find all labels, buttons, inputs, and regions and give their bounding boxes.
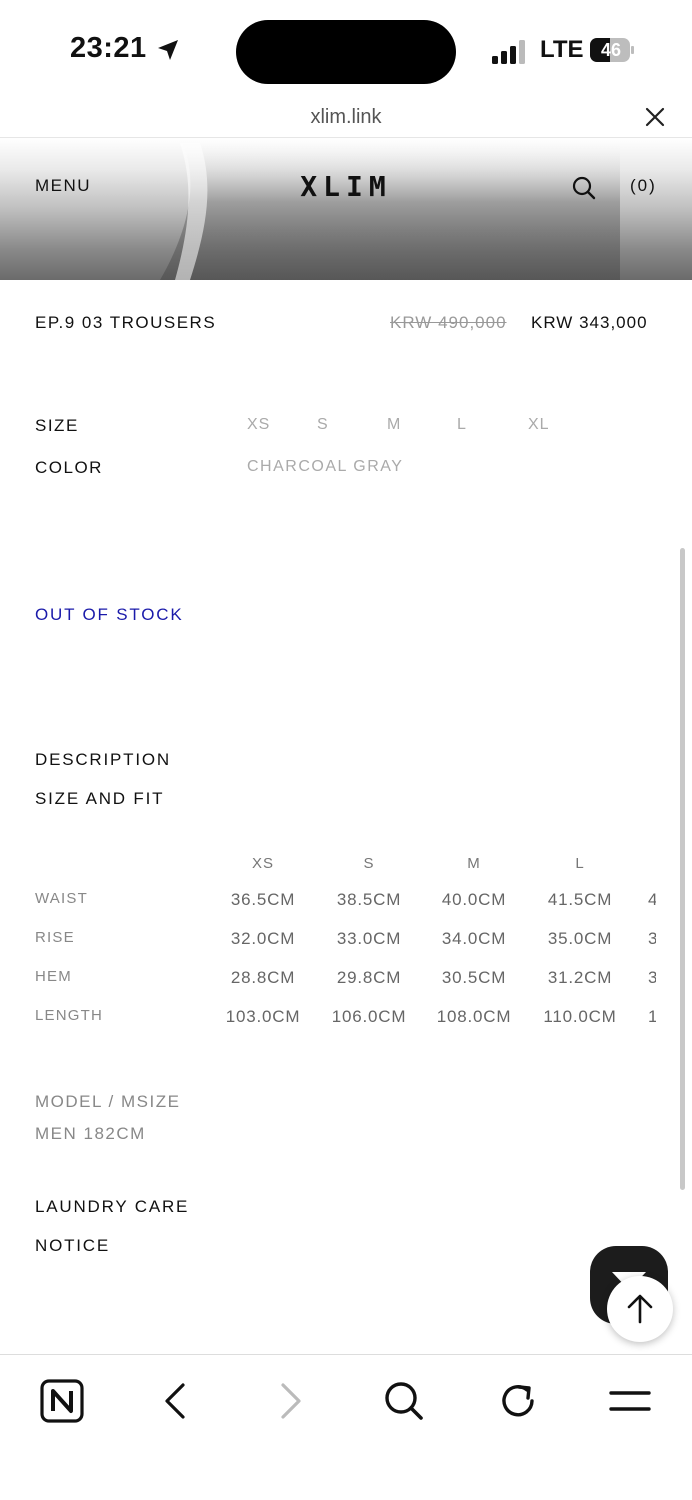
table-cell-clipped: 3 [648, 929, 656, 948]
table-cell: 33.0CM [336, 929, 402, 948]
sale-price: KRW 343,000 [531, 313, 648, 332]
product-title: EP.9 03 TROUSERS [35, 313, 217, 332]
size-option-s[interactable]: S [317, 416, 329, 434]
battery-level: 46 [600, 40, 622, 60]
arrow-up-icon [627, 1294, 653, 1324]
cart-button[interactable]: (0) [630, 176, 657, 196]
size-option-xs[interactable]: XS [247, 416, 270, 434]
browser-toolbar [0, 1354, 692, 1500]
dynamic-island [236, 20, 456, 84]
size-option-xl[interactable]: XL [528, 416, 550, 434]
model-label: MODEL / MSIZE [35, 1092, 181, 1111]
scrollbar[interactable] [680, 548, 685, 1190]
status-time: 23:21 [70, 32, 147, 64]
carrier-label: LTE [540, 36, 584, 63]
table-cell: 108.0CM [436, 1007, 512, 1026]
table-row-label: WAIST [35, 890, 88, 907]
site-header: MENU XLIM (0) [0, 138, 692, 280]
table-cell-clipped: 1 [648, 1007, 656, 1026]
hamburger-menu-icon[interactable] [606, 1377, 654, 1425]
table-cell: 31.2CM [547, 968, 613, 987]
close-icon[interactable] [644, 106, 666, 128]
table-cell: 30.5CM [441, 968, 507, 987]
table-cell-clipped: 3 [648, 968, 656, 987]
table-header: L [575, 855, 585, 872]
table-row-label: LENGTH [35, 1007, 104, 1024]
original-price: KRW 490,000 [390, 313, 507, 332]
table-cell: 110.0CM [543, 1007, 617, 1026]
size-option-m[interactable]: M [387, 416, 401, 434]
hero-image [160, 138, 620, 280]
table-cell: 103.0CM [225, 1007, 301, 1026]
description-toggle[interactable]: DESCRIPTION [35, 750, 171, 770]
table-cell: 29.8CM [336, 968, 402, 987]
address-bar[interactable]: xlim.link [0, 100, 692, 138]
location-arrow-icon [158, 40, 178, 60]
table-header: M [467, 855, 481, 872]
size-label: SIZE [35, 416, 79, 435]
size-and-fit-toggle[interactable]: SIZE AND FIT [35, 789, 164, 809]
url-text[interactable]: xlim.link [0, 106, 692, 129]
notice-toggle[interactable]: NOTICE [35, 1236, 110, 1256]
size-option-l[interactable]: L [457, 416, 467, 434]
reload-icon[interactable] [494, 1377, 542, 1425]
table-cell-clipped: 4 [648, 890, 656, 909]
model-info: MEN 182CM [35, 1124, 146, 1143]
chevron-left-icon[interactable] [152, 1377, 200, 1425]
table-header: S [363, 855, 375, 872]
table-cell: 34.0CM [441, 929, 507, 948]
search-icon[interactable] [380, 1377, 428, 1425]
naver-home-icon[interactable] [38, 1377, 86, 1425]
search-icon[interactable] [571, 175, 597, 201]
table-row-label: HEM [35, 968, 72, 985]
table-cell: 28.8CM [230, 968, 296, 987]
table-header: XS [251, 855, 274, 872]
signal-icon [492, 40, 525, 64]
status-bar: 23:21 LTE 46 [0, 0, 692, 100]
scroll-to-top-button[interactable] [607, 1276, 673, 1342]
table-cell: 40.0CM [441, 890, 507, 909]
table-cell: 32.0CM [230, 929, 296, 948]
table-cell: 41.5CM [547, 890, 613, 909]
table-cell: 35.0CM [547, 929, 613, 948]
chevron-right-icon[interactable] [266, 1377, 314, 1425]
color-option[interactable]: CHARCOAL GRAY [247, 458, 403, 476]
laundry-care-toggle[interactable]: LAUNDRY CARE [35, 1197, 189, 1217]
table-cell: 38.5CM [336, 890, 402, 909]
table-cell: 36.5CM [230, 890, 296, 909]
table-cell: 106.0CM [331, 1007, 407, 1026]
stock-status: OUT OF STOCK [35, 605, 184, 624]
table-row-label: RISE [35, 929, 75, 946]
color-label: COLOR [35, 458, 103, 477]
